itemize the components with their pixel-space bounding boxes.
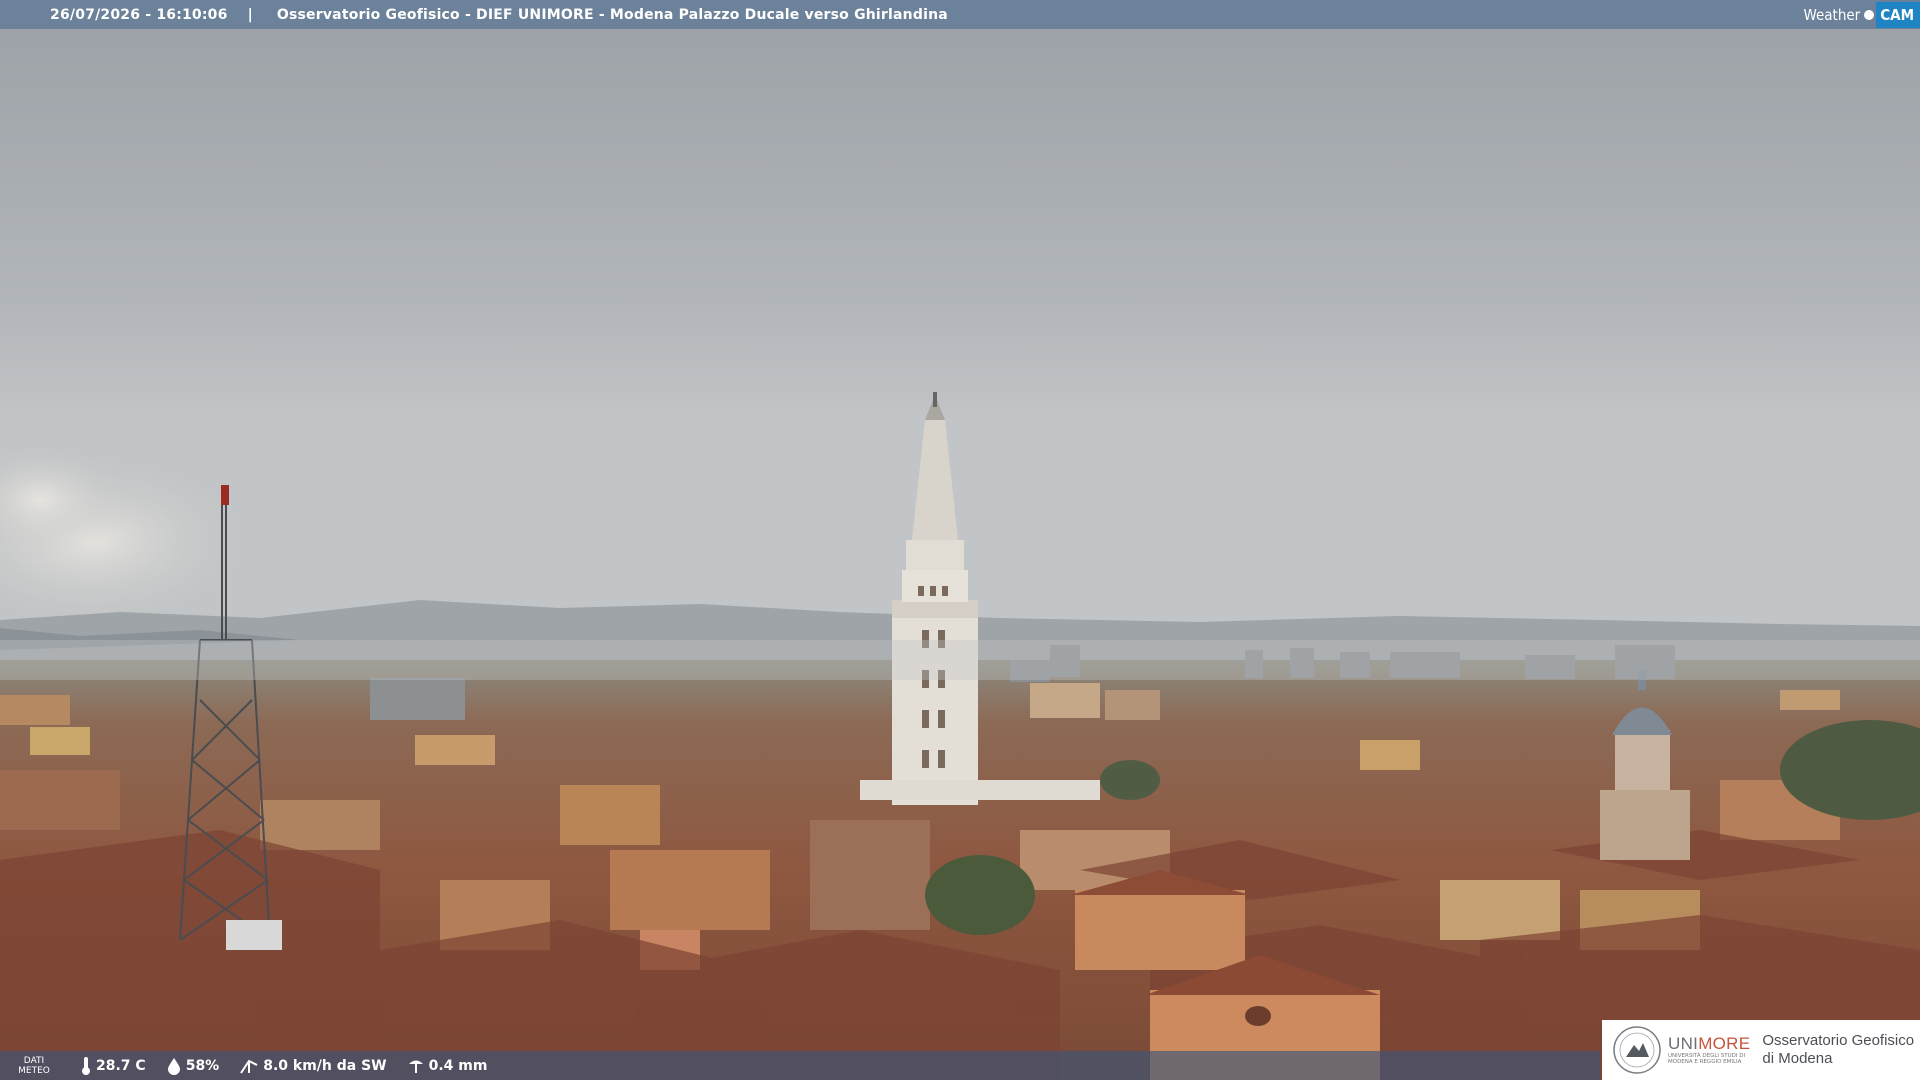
trees	[925, 855, 1035, 935]
mast-light	[221, 485, 229, 505]
trees	[1100, 760, 1160, 800]
top-info-bar: 26/07/2026 - 16:10:06 | Osservatorio Geo…	[0, 0, 1920, 29]
city-panorama	[0, 0, 1920, 1080]
temperature-reading: 28.7 C	[80, 1056, 146, 1076]
lens-icon	[1864, 9, 1875, 20]
unimore-subtitle: UNIVERSITÀ DEGLI STUDI DI MODENA E REGGI…	[1668, 1053, 1746, 1065]
observatory-name: Osservatorio Geofisico di Modena	[1762, 1032, 1915, 1067]
rain-reading: 0.4 mm	[407, 1057, 488, 1075]
camera-title: Osservatorio Geofisico - DIEF UNIMORE - …	[276, 6, 948, 23]
university-seal-icon	[1613, 1026, 1661, 1074]
timestamp: 26/07/2026 - 16:10:06	[50, 6, 228, 23]
wind-reading: 8.0 km/h da SW	[239, 1057, 387, 1075]
temperature-value: 28.7 C	[96, 1057, 146, 1074]
rain-gauge-icon	[408, 1060, 423, 1073]
thermometer-icon	[82, 1056, 90, 1075]
unimore-logo-panel: UNIMORE UNIVERSITÀ DEGLI STUDI DI MODENA…	[1602, 1020, 1920, 1080]
drop-icon	[167, 1057, 180, 1075]
humidity-value: 58%	[185, 1057, 220, 1074]
unimore-wordmark: UNIMORE	[1668, 1034, 1751, 1053]
rain-value: 0.4 mm	[428, 1057, 488, 1074]
wind-value: 8.0 km/h da SW	[263, 1057, 387, 1074]
weathercam-cam: CAM	[1876, 1, 1920, 28]
humidity-reading: 58%	[166, 1057, 220, 1075]
wind-icon	[240, 1059, 258, 1074]
separator: |	[247, 6, 253, 23]
webcam-frame: 26/07/2026 - 16:10:06 | Osservatorio Geo…	[0, 0, 1920, 1080]
weathercam-logo: Weather CAM	[1803, 0, 1920, 29]
unimore-name: UNIMORE UNIVERSITÀ DEGLI STUDI DI MODENA…	[1668, 1034, 1751, 1066]
weathercam-word: Weather	[1803, 5, 1861, 24]
mast-equipment	[226, 920, 282, 950]
meteo-data-bar: DATI METEO 28.7 C 58% 8.0 km/h da SW 0.4…	[0, 1051, 1600, 1080]
horizon-haze	[0, 640, 1920, 680]
dati-meteo-label: DATI METEO	[18, 1055, 50, 1076]
